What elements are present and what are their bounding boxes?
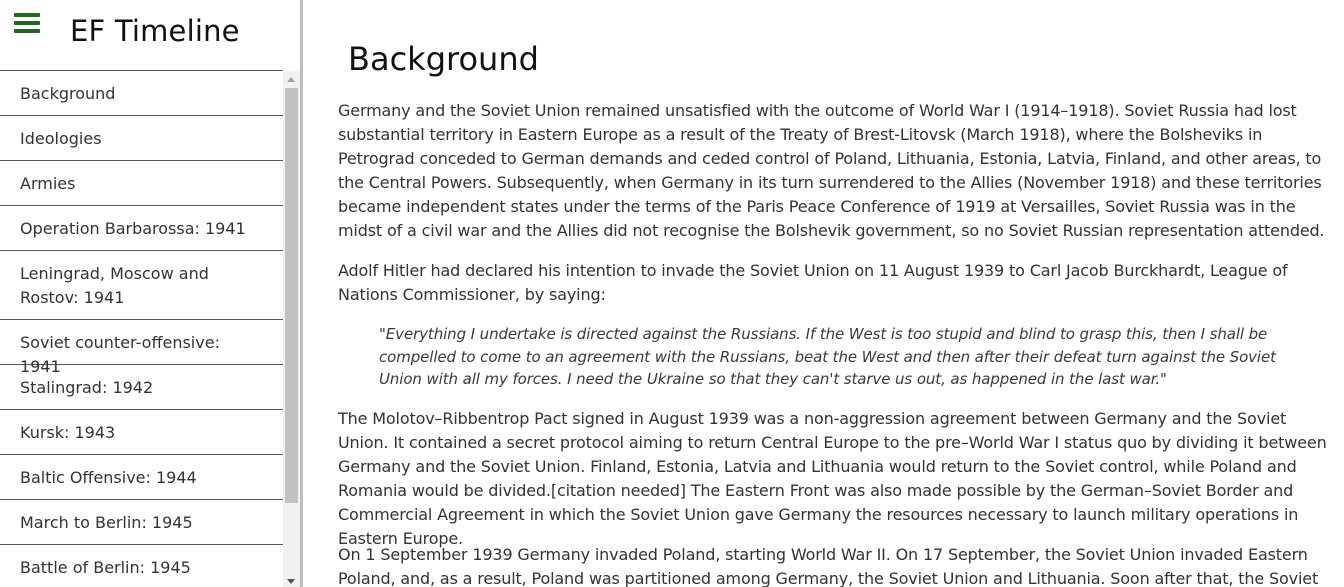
scroll-up-arrow-icon[interactable]: [287, 77, 295, 82]
sidebar-header: EF Timeline: [0, 0, 283, 71]
sidebar-item-ideologies[interactable]: Ideologies: [0, 116, 283, 161]
scrollbar-thumb[interactable]: [285, 88, 298, 503]
paragraph-invasion-poland: On 1 September 1939 Germany invaded Pola…: [338, 545, 1319, 587]
main-content: Background Germany and the Soviet Union …: [303, 0, 1344, 587]
sidebar-item-armies[interactable]: Armies: [0, 161, 283, 206]
hamburger-bar: [14, 13, 40, 17]
paragraph-molotov-ribbentrop: The Molotov–Ribbentrop Pact signed in Au…: [338, 409, 1327, 548]
sidebar: EF Timeline Background Ideologies Armies…: [0, 0, 300, 587]
sidebar-item-kursk[interactable]: Kursk: 1943: [0, 410, 283, 455]
sidebar-item-background[interactable]: Background: [0, 71, 283, 116]
sidebar-item-soviet-counter-offensive[interactable]: Soviet counter-offensive: 1941: [0, 320, 283, 376]
sidebar-item-march-to-berlin[interactable]: March to Berlin: 1945: [0, 500, 283, 545]
scroll-down-arrow-icon[interactable]: [287, 579, 295, 584]
sidebar-nav: Background Ideologies Armies Operation B…: [0, 71, 283, 587]
app-title: EF Timeline: [70, 14, 240, 48]
hamburger-menu-icon[interactable]: [14, 13, 40, 33]
paragraph-intro: Germany and the Soviet Union remained un…: [338, 101, 1325, 240]
hamburger-bar: [14, 29, 40, 33]
page-title: Background: [348, 40, 539, 78]
app-window: EF Timeline Background Ideologies Armies…: [0, 0, 1344, 587]
sidebar-item-operation-barbarossa[interactable]: Operation Barbarossa: 1941: [0, 206, 283, 251]
hitler-quote: "Everything I undertake is directed agai…: [379, 325, 1276, 388]
hamburger-bar: [14, 21, 40, 25]
paragraph-hitler-declaration: Adolf Hitler had declared his intention …: [338, 261, 1288, 304]
sidebar-item-battle-of-berlin[interactable]: Battle of Berlin: 1945: [0, 545, 283, 587]
sidebar-item-leningrad-moscow-rostov[interactable]: Leningrad, Moscow and Rostov: 1941: [0, 251, 283, 320]
sidebar-scrollbar[interactable]: [283, 71, 300, 587]
sidebar-item-baltic-offensive[interactable]: Baltic Offensive: 1944: [0, 455, 283, 500]
